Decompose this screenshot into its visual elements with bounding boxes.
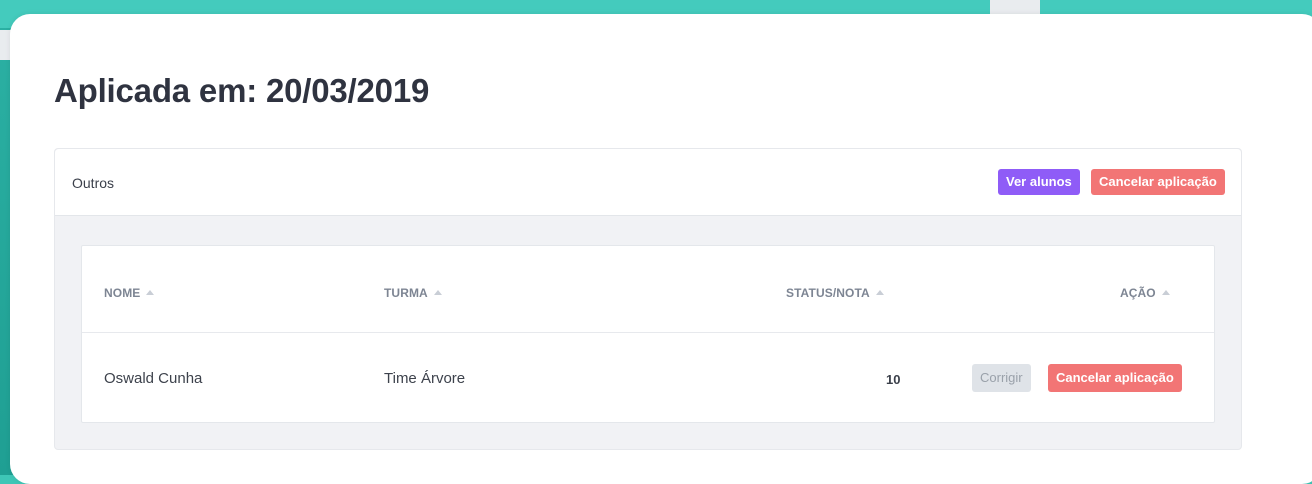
panel-title: Outros	[72, 175, 115, 191]
application-panel: Outros Ver alunos Cancelar aplicação NOM…	[54, 148, 1242, 450]
table-header-divider	[82, 332, 1214, 333]
students-table: NOME TURMA STATUS/NOTA AÇÃO Oswald Cunha…	[81, 245, 1215, 423]
column-header-status[interactable]: STATUS/NOTA	[786, 286, 884, 300]
panel-header: Outros Ver alunos Cancelar aplicação	[55, 149, 1241, 216]
column-header-label: NOME	[104, 286, 141, 300]
application-modal: Aplicada em: 20/03/2019 Outros Ver aluno…	[10, 14, 1312, 484]
sort-up-icon	[433, 290, 442, 295]
sort-up-icon	[875, 290, 884, 295]
column-header-class[interactable]: TURMA	[384, 286, 442, 300]
cell-student-name: Oswald Cunha	[104, 370, 203, 387]
page-title: Aplicada em: 20/03/2019	[54, 72, 430, 109]
correct-button[interactable]: Corrigir	[972, 364, 1031, 392]
column-header-label: STATUS/NOTA	[786, 286, 870, 300]
sort-up-icon	[1161, 290, 1170, 295]
cancel-row-application-button[interactable]: Cancelar aplicação	[1048, 364, 1182, 392]
sort-up-icon	[146, 290, 155, 295]
column-header-label: AÇÃO	[1120, 286, 1156, 300]
cancel-application-button[interactable]: Cancelar aplicação	[1091, 169, 1225, 195]
cell-class-name: Time Árvore	[384, 370, 466, 387]
column-header-label: TURMA	[384, 286, 428, 300]
cell-score: 10	[886, 372, 901, 387]
view-students-button[interactable]: Ver alunos	[998, 169, 1080, 195]
column-header-action[interactable]: AÇÃO	[1120, 286, 1170, 300]
column-header-name[interactable]: NOME	[104, 286, 155, 300]
